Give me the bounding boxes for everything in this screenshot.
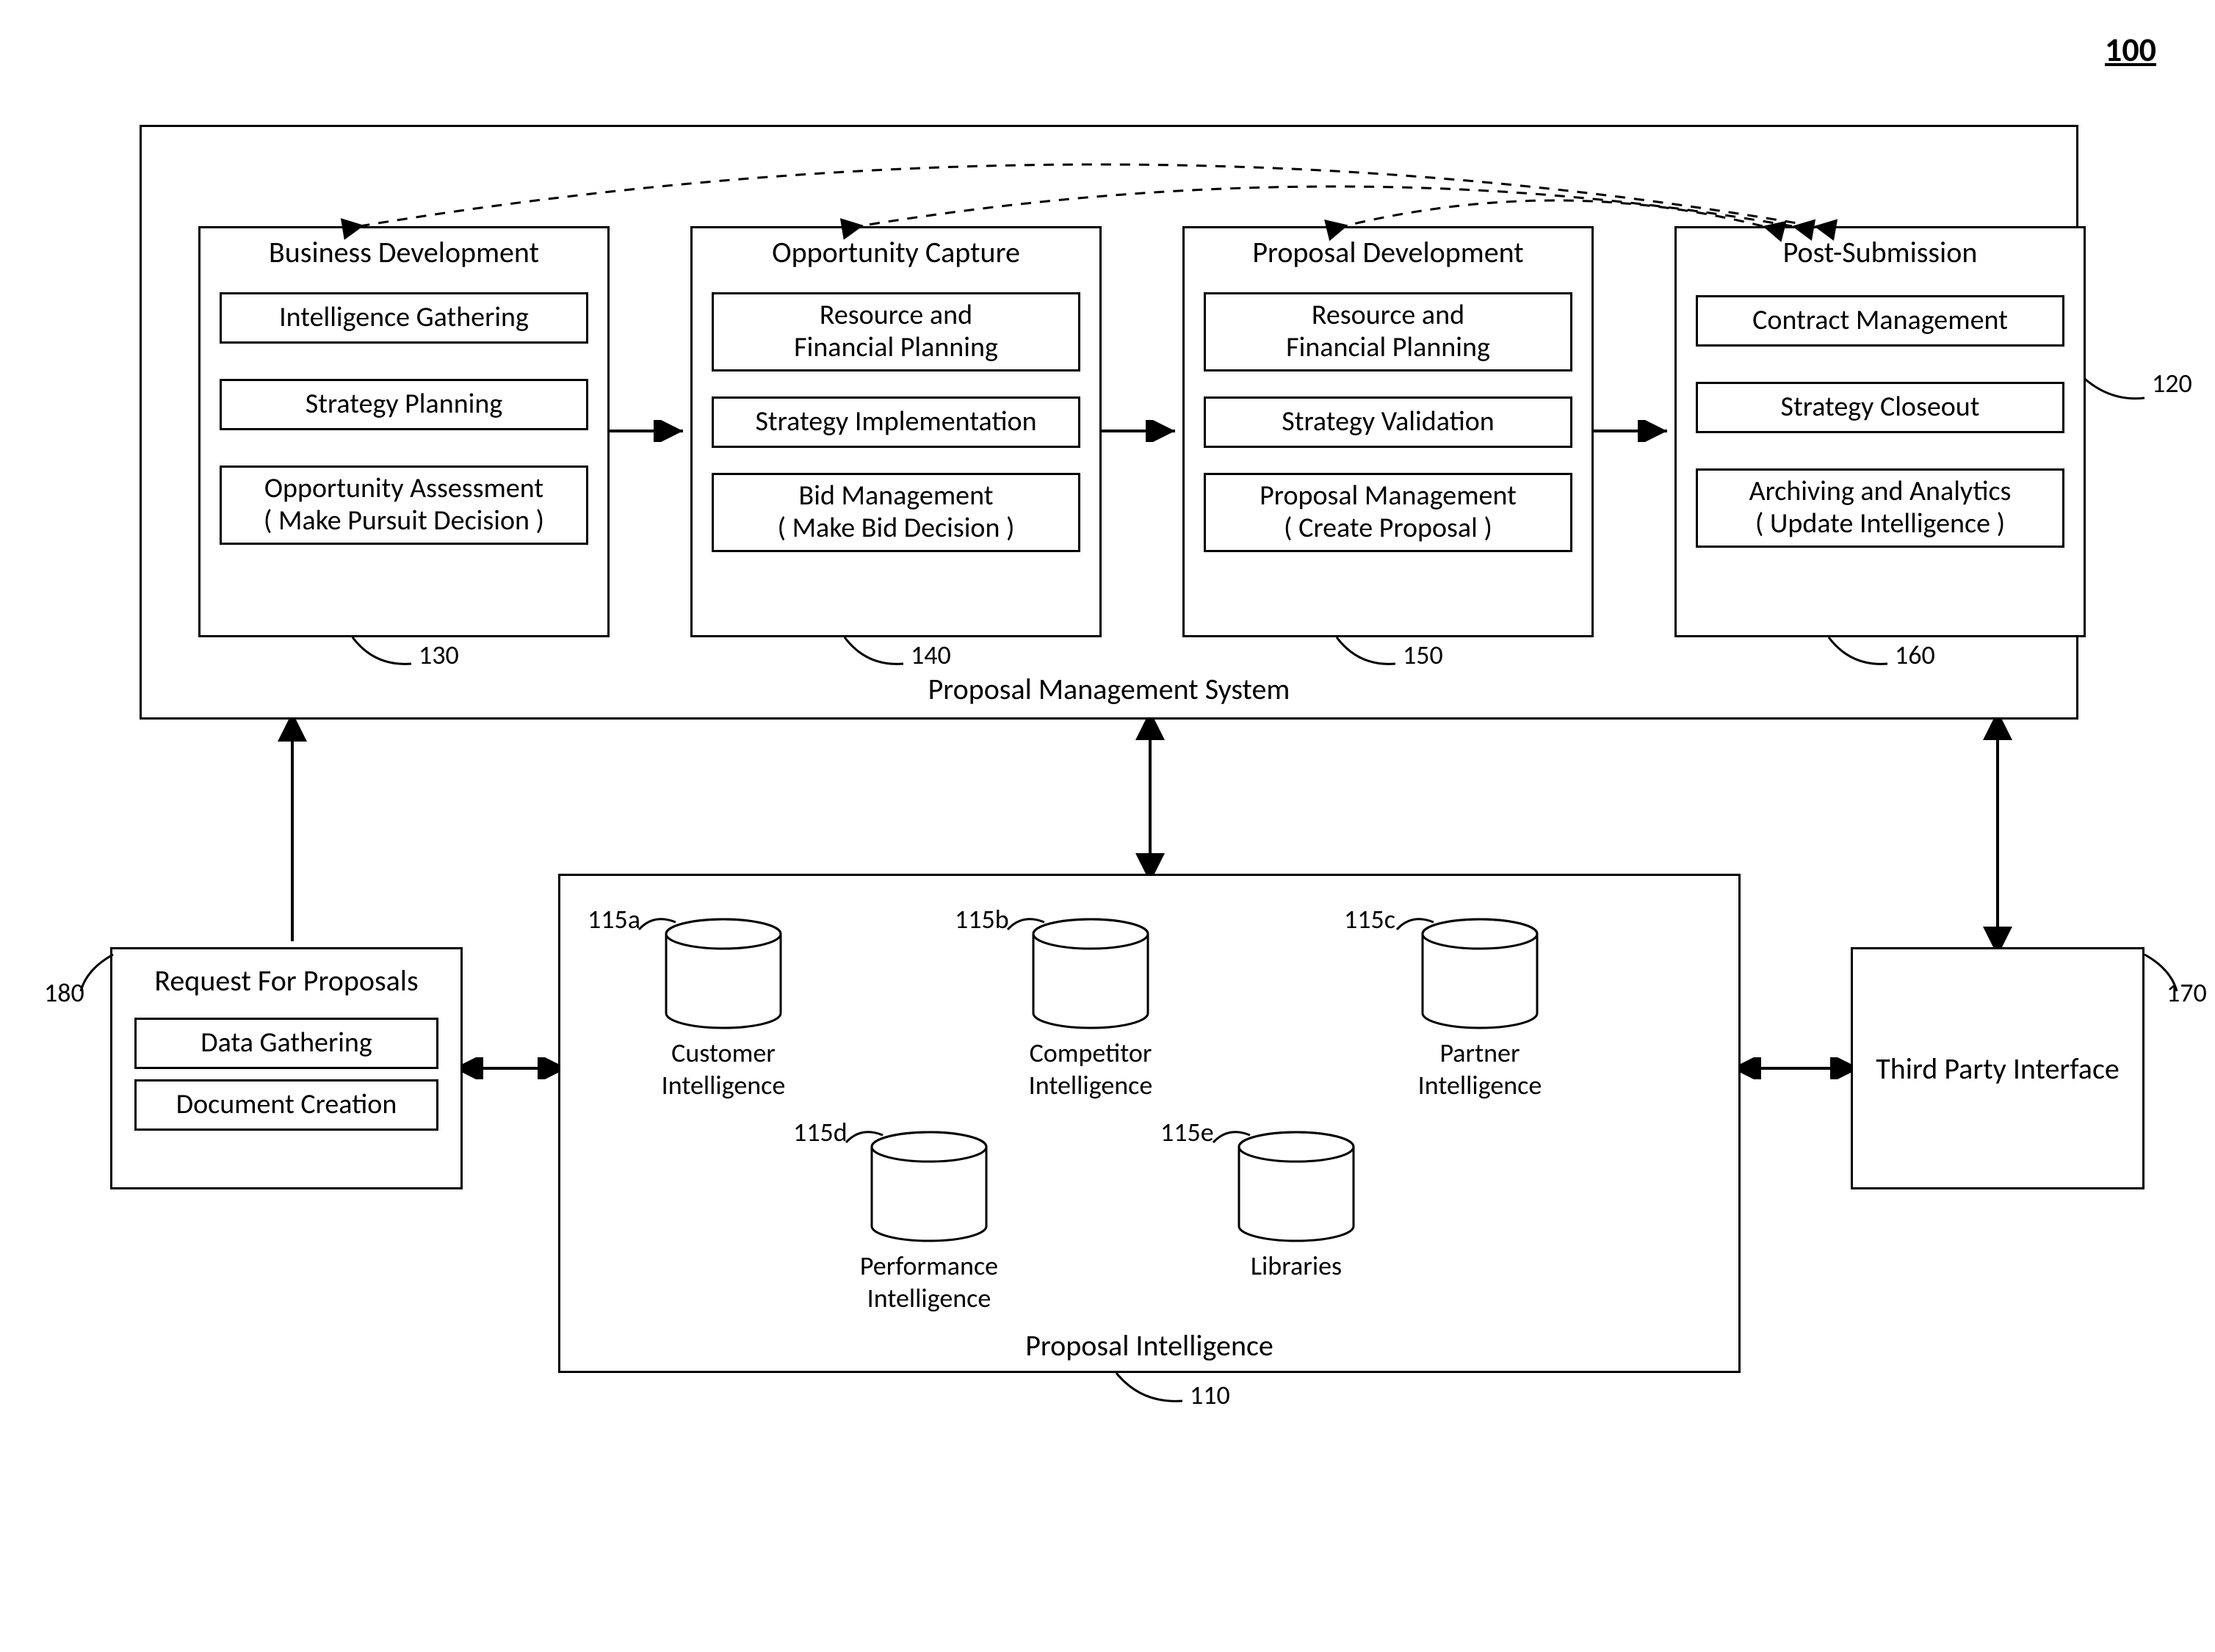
col3-title: Proposal Development — [1185, 228, 1591, 273]
leader-115a — [639, 910, 683, 940]
col-proposal-development: Proposal Development Resource and Financ… — [1182, 226, 1594, 637]
leader-170 — [2144, 954, 2189, 999]
rfp-cell1-text: Data Gathering — [200, 1027, 372, 1059]
col-opportunity-capture: Opportunity Capture Resource and Financi… — [690, 226, 1102, 637]
feedback-arcs — [198, 140, 1887, 235]
col1-title: Business Development — [200, 228, 607, 273]
col2-cell1-text: Resource and Financial Planning — [794, 300, 998, 363]
arrow-tpi-pms — [1983, 720, 2012, 949]
col-post-submission: Post-Submission Contract Management Stra… — [1674, 226, 2086, 637]
arrow-col1-col2 — [610, 420, 692, 442]
leader-140 — [845, 637, 918, 674]
col3-cell1-text: Resource and Financial Planning — [1286, 300, 1490, 363]
arrow-col2-col3 — [1102, 420, 1184, 442]
ref-115a: 115a — [588, 903, 640, 935]
col2-cell2: Strategy Implementation — [712, 396, 1080, 448]
ref-160: 160 — [1895, 639, 1935, 671]
leader-115e — [1213, 1123, 1257, 1153]
ref-110: 110 — [1190, 1379, 1230, 1411]
rfp-box: Request For Proposals Data Gathering Doc… — [110, 947, 463, 1189]
diagram-root: 100 Proposal Management System 120 Busin… — [0, 0, 2215, 1652]
ref-140: 140 — [911, 639, 951, 671]
arrow-pi-tpi — [1741, 1057, 1852, 1079]
arrow-rfp-pms — [278, 720, 307, 949]
db-a-label: Customer Intelligence — [646, 1037, 801, 1101]
col4-cell1-text: Contract Management — [1752, 305, 2008, 337]
ref-115d: 115d — [793, 1116, 848, 1148]
ref-180: 180 — [44, 977, 84, 1009]
rfp-title: Request For Proposals — [112, 949, 460, 1003]
ref-115c: 115c — [1344, 903, 1395, 935]
leader-130 — [353, 637, 426, 674]
arrow-rfp-pi — [463, 1057, 560, 1079]
db-c-label: Partner Intelligence — [1403, 1037, 1557, 1101]
col3-cell2-text: Strategy Validation — [1282, 406, 1495, 438]
col1-cell1: Intelligence Gathering — [220, 292, 588, 344]
arrow-pms-pi — [1135, 720, 1165, 875]
col4-cell3-text: Archiving and Analytics ( Update Intelli… — [1749, 476, 2012, 540]
col2-cell3: Bid Management ( Make Bid Decision ) — [712, 473, 1080, 552]
ref-150: 150 — [1403, 639, 1443, 671]
ref-115e: 115e — [1160, 1116, 1214, 1148]
col3-cell2: Strategy Validation — [1204, 396, 1572, 448]
col4-cell1: Contract Management — [1696, 295, 2064, 347]
col4-cell3: Archiving and Analytics ( Update Intelli… — [1696, 468, 2064, 548]
col4-title: Post-Submission — [1677, 228, 2084, 273]
leader-160 — [1829, 637, 1902, 674]
db-e-label: Libraries — [1241, 1250, 1351, 1282]
ref-130: 130 — [419, 639, 459, 671]
pi-title: Proposal Intelligence — [558, 1327, 1741, 1363]
leader-110 — [1116, 1373, 1197, 1410]
col3-cell3-text: Proposal Management ( Create Proposal ) — [1260, 480, 1517, 544]
arrow-col3-col4 — [1594, 420, 1676, 442]
leader-115d — [846, 1123, 890, 1153]
db-b-label: Competitor Intelligence — [1006, 1037, 1175, 1101]
col4-cell2: Strategy Closeout — [1696, 382, 2064, 433]
col4-cell2-text: Strategy Closeout — [1781, 391, 1980, 424]
tpi-title: Third Party Interface — [1876, 1051, 2120, 1087]
figure-number: 100 — [2105, 29, 2156, 70]
tpi-box: Third Party Interface — [1851, 947, 2144, 1189]
col1-cell1-text: Intelligence Gathering — [279, 302, 529, 334]
col-business-development: Business Development Intelligence Gather… — [198, 226, 610, 637]
pms-title: Proposal Management System — [140, 671, 2078, 707]
col1-cell2-text: Strategy Planning — [306, 388, 502, 421]
col2-cell3-text: Bid Management ( Make Bid Decision ) — [777, 480, 1014, 544]
ref-120: 120 — [2152, 367, 2192, 399]
col1-cell3: Opportunity Assessment ( Make Pursuit De… — [220, 465, 588, 545]
leader-150 — [1337, 637, 1410, 674]
rfp-cell2: Document Creation — [134, 1079, 438, 1131]
ref-115b: 115b — [955, 903, 1009, 935]
col2-cell1: Resource and Financial Planning — [712, 292, 1080, 372]
leader-115b — [1008, 910, 1052, 940]
col3-cell1: Resource and Financial Planning — [1204, 292, 1572, 372]
db-d-label: Performance Intelligence — [837, 1250, 1021, 1314]
col2-cell2-text: Strategy Implementation — [755, 406, 1036, 438]
leader-180 — [81, 954, 125, 999]
col2-title: Opportunity Capture — [693, 228, 1099, 273]
leader-115c — [1397, 910, 1441, 940]
col1-cell2: Strategy Planning — [220, 379, 588, 430]
col1-cell3-text: Opportunity Assessment ( Make Pursuit De… — [264, 473, 544, 537]
rfp-cell1: Data Gathering — [134, 1018, 438, 1069]
col3-cell3: Proposal Management ( Create Proposal ) — [1204, 473, 1572, 552]
rfp-cell2-text: Document Creation — [176, 1089, 397, 1121]
